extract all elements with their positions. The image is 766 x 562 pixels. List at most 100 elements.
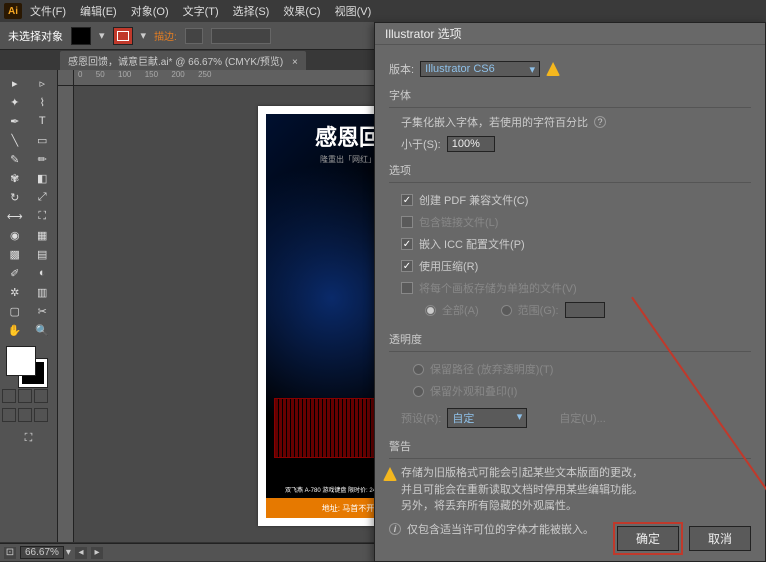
tool-selection[interactable]: ▸ — [2, 74, 28, 92]
checkbox-link-label: 包含链接文件(L) — [419, 214, 498, 230]
tool-free-transform[interactable]: ⛶ — [30, 207, 56, 225]
tool-magic-wand[interactable]: ✦ — [2, 93, 28, 111]
tool-width[interactable]: ⟷ — [2, 207, 28, 225]
style-dropdown[interactable] — [211, 28, 271, 44]
tool-rectangle[interactable]: ▭ — [30, 131, 56, 149]
tool-shape-builder[interactable]: ◉ — [2, 226, 28, 244]
range-input — [565, 302, 605, 318]
tool-type[interactable]: T — [30, 112, 56, 130]
zoom-value[interactable]: 66.67% — [20, 546, 64, 559]
warning-icon — [546, 62, 560, 76]
ruler-vertical[interactable] — [58, 86, 74, 542]
font-section-header: 字体 — [389, 87, 751, 103]
menubar: Ai 文件(F) 编辑(E) 对象(O) 文字(T) 选择(S) 效果(C) 视… — [0, 0, 766, 22]
tool-mesh[interactable]: ▩ — [2, 245, 28, 263]
font-percent-label: 小于(S): — [401, 136, 441, 152]
tool-eyedropper[interactable]: ✐ — [2, 264, 28, 282]
tool-rotate[interactable]: ↻ — [2, 188, 28, 206]
zoom-out-button[interactable]: ⊡ — [4, 547, 16, 559]
fill-color[interactable] — [6, 346, 36, 376]
checkbox-compress-label: 使用压缩(R) — [419, 258, 478, 274]
screen-mode-button[interactable]: ⛶ — [2, 429, 55, 447]
color-mode-gradient-icon[interactable] — [18, 389, 32, 403]
tool-lasso[interactable]: ⌇ — [30, 93, 56, 111]
draw-normal-icon[interactable] — [2, 408, 16, 422]
stroke-swatch[interactable] — [113, 27, 133, 45]
cancel-button[interactable]: 取消 — [689, 526, 751, 551]
nav-prev-button[interactable]: ◂ — [75, 547, 87, 559]
tool-brush[interactable]: ✎ — [2, 150, 28, 168]
menu-text[interactable]: 文字(T) — [177, 2, 225, 20]
tool-gradient[interactable]: ▤ — [30, 245, 56, 263]
radio-preserve-appearance-label: 保留外观和叠印(I) — [430, 383, 517, 399]
checkbox-icc[interactable] — [401, 238, 413, 250]
tool-hand[interactable]: ✋ — [2, 321, 28, 339]
zoom-control[interactable]: 66.67% ▾ — [20, 546, 71, 559]
checkbox-pdf[interactable] — [401, 194, 413, 206]
selection-status: 未选择对象 — [8, 28, 63, 44]
version-label: 版本: — [389, 61, 414, 77]
menu-edit[interactable]: 编辑(E) — [74, 2, 123, 20]
close-icon[interactable]: × — [292, 57, 298, 68]
options-section-header: 选项 — [389, 162, 751, 178]
fill-swatch[interactable] — [71, 27, 91, 45]
tab-title: 感恩回馈，诚意巨献.ai* @ 66.67% (CMYK/预览) — [68, 57, 283, 68]
chevron-down-icon[interactable]: ▾ — [66, 547, 71, 558]
preset-label: 预设(R): — [401, 410, 441, 426]
screen-mode-controls — [2, 408, 55, 422]
menu-file[interactable]: 文件(F) — [24, 2, 72, 20]
tool-eraser[interactable]: ◧ — [30, 169, 56, 187]
ai-logo: Ai — [4, 3, 22, 19]
tool-column-graph[interactable]: ▥ — [30, 283, 56, 301]
radio-range — [501, 305, 512, 316]
tool-zoom[interactable]: 🔍 — [30, 321, 56, 339]
nav-next-button[interactable]: ▸ — [91, 547, 103, 559]
warning-text-1: 存储为旧版格式可能会引起某些文本版面的更改， — [401, 467, 643, 479]
menu-effect[interactable]: 效果(C) — [277, 2, 326, 20]
tool-blend[interactable]: ◐ — [30, 264, 56, 282]
draw-inside-icon[interactable] — [34, 408, 48, 422]
color-mode-controls — [2, 389, 55, 403]
document-tab[interactable]: 感恩回馈，诚意巨献.ai* @ 66.67% (CMYK/预览) × — [60, 51, 306, 70]
illustrator-options-dialog: Illustrator 选项 版本: Illustrator CS6 字体 子集… — [374, 22, 766, 562]
info-text: 仅包含适当许可位的字体才能被嵌入。 — [407, 521, 594, 537]
tool-line[interactable]: ╲ — [2, 131, 28, 149]
radio-preserve-paths-label: 保留路径 (放弃透明度)(T) — [430, 361, 553, 377]
toolbox: ▸▹ ✦⌇ ✒T ╲▭ ✎✏ ✾◧ ↻⤢ ⟷⛶ ◉▦ ▩▤ ✐◐ ✲▥ ▢✂ ✋… — [0, 70, 58, 542]
checkbox-artboard — [401, 282, 413, 294]
checkbox-link — [401, 216, 413, 228]
tool-scale[interactable]: ⤢ — [30, 188, 56, 206]
tool-perspective[interactable]: ▦ — [30, 226, 56, 244]
checkbox-pdf-label: 创建 PDF 兼容文件(C) — [419, 192, 528, 208]
checkbox-artboard-label: 将每个画板存储为单独的文件(V) — [419, 280, 577, 296]
tool-slice[interactable]: ✂ — [30, 302, 56, 320]
ruler-origin[interactable] — [58, 70, 74, 86]
warnings-section-header: 警告 — [389, 438, 751, 454]
tool-artboard[interactable]: ▢ — [2, 302, 28, 320]
font-percent-input[interactable] — [447, 136, 495, 152]
menu-object[interactable]: 对象(O) — [125, 2, 175, 20]
checkbox-icc-label: 嵌入 ICC 配置文件(P) — [419, 236, 525, 252]
help-icon[interactable]: ? — [594, 116, 606, 128]
tool-symbol-sprayer[interactable]: ✲ — [2, 283, 28, 301]
color-mode-fill-icon[interactable] — [2, 389, 16, 403]
version-select[interactable]: Illustrator CS6 — [420, 61, 540, 77]
tool-blob-brush[interactable]: ✾ — [2, 169, 28, 187]
stroke-label: 描边: — [154, 28, 177, 43]
ok-button[interactable]: 确定 — [617, 526, 679, 551]
checkbox-compress[interactable] — [401, 260, 413, 272]
warning-text-3: 另外，将丢弃所有隐藏的外观属性。 — [401, 500, 577, 512]
tool-direct-selection[interactable]: ▹ — [30, 74, 56, 92]
menu-view[interactable]: 视图(V) — [329, 2, 378, 20]
menu-select[interactable]: 选择(S) — [227, 2, 276, 20]
color-mode-none-icon[interactable] — [34, 389, 48, 403]
color-picker[interactable] — [2, 346, 55, 386]
font-subset-label: 子集化嵌入字体，若使用的字符百分比 — [401, 114, 588, 130]
draw-behind-icon[interactable] — [18, 408, 32, 422]
stroke-weight[interactable] — [185, 28, 203, 44]
warning-text-2: 并且可能会在重新读取文档时停用某些编辑功能。 — [401, 484, 643, 496]
tool-pencil[interactable]: ✏ — [30, 150, 56, 168]
radio-range-label: 范围(G): — [518, 302, 559, 318]
preset-custom-button: 自定(U)... — [559, 410, 605, 426]
tool-pen[interactable]: ✒ — [2, 112, 28, 130]
